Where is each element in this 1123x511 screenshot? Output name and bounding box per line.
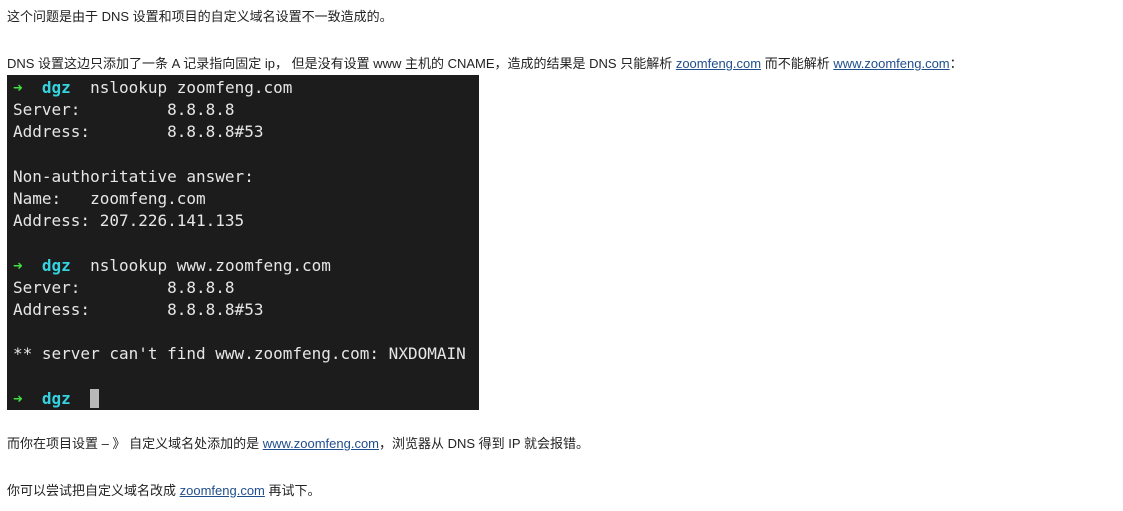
www-zoomfeng-link[interactable]: www.zoomfeng.com	[833, 56, 949, 71]
terminal-line: ➜ dgz nslookup www.zoomfeng.com	[13, 255, 479, 277]
www-zoomfeng-link-2[interactable]: www.zoomfeng.com	[263, 436, 379, 451]
prompt-user: dgz	[41, 78, 71, 97]
prompt-arrow-icon: ➜	[13, 255, 23, 275]
terminal-line: Non-authoritative answer:	[13, 166, 479, 188]
terminal-line: Name: zoomfeng.com	[13, 188, 479, 210]
terminal-line: ➜ dgz	[13, 388, 479, 410]
terminal-line: Address: 8.8.8.8#53	[13, 121, 479, 143]
terminal-output-text: Address: 8.8.8.8#53	[13, 299, 264, 319]
prompt-user: dgz	[41, 255, 71, 275]
paragraph-3-text-b: ，浏览器从 DNS 得到 IP 就会报错。	[379, 436, 589, 451]
terminal-line: ➜ dgz nslookup zoomfeng.com	[13, 77, 479, 99]
terminal-cursor	[90, 388, 100, 408]
paragraph-1: 这个问题是由于 DNS 设置和项目的自定义域名设置不一致造成的。	[7, 8, 393, 26]
prompt-arrow-icon: ➜	[13, 388, 23, 408]
terminal-line: Address: 207.226.141.135	[13, 210, 479, 232]
terminal-line: Address: 8.8.8.8#53	[13, 299, 479, 321]
paragraph-2-text-b: 而不能解析	[761, 56, 834, 71]
terminal-command: nslookup www.zoomfeng.com	[90, 255, 331, 275]
paragraph-2-text-c: ：	[949, 56, 963, 71]
zoomfeng-link-2[interactable]: zoomfeng.com	[180, 483, 265, 498]
terminal-output-text: Address: 8.8.8.8#53	[13, 122, 264, 142]
paragraph-3: 而你在项目设置 – 》 自定义域名处添加的是 www.zoomfeng.com，…	[7, 435, 589, 453]
paragraph-4: 你可以尝试把自定义域名改成 zoomfeng.com 再试下。	[7, 482, 321, 500]
terminal-output-text: ** server can't find www.zoomfeng.com: N…	[13, 344, 466, 364]
paragraph-2-text-a: DNS 设置这边只添加了一条 A 记录指向固定 ip， 但是没有设置 www 主…	[7, 56, 676, 71]
paragraph-4-text-b: 再试下。	[264, 483, 321, 498]
terminal-output-text: Server: 8.8.8.8	[13, 100, 235, 120]
prompt-arrow-icon: ➜	[13, 78, 23, 97]
terminal-output-text: Address: 207.226.141.135	[13, 211, 245, 231]
terminal-output-text: Server: 8.8.8.8	[13, 277, 235, 297]
terminal-output: ➜ dgz nslookup zoomfeng.com Server: 8.8.8…	[7, 75, 479, 410]
zoomfeng-link[interactable]: zoomfeng.com	[676, 56, 761, 71]
paragraph-3-text-a: 而你在项目设置 – 》 自定义域名处添加的是	[7, 436, 263, 451]
prompt-user: dgz	[41, 388, 71, 408]
paragraph-2: DNS 设置这边只添加了一条 A 记录指向固定 ip， 但是没有设置 www 主…	[7, 55, 963, 73]
terminal-output-text: Non-authoritative answer:	[13, 166, 254, 186]
terminal-output-text: Name: zoomfeng.com	[13, 188, 206, 208]
paragraph-4-text-a: 你可以尝试把自定义域名改成	[7, 483, 180, 498]
terminal-line: Server: 8.8.8.8	[13, 277, 479, 299]
terminal-screenshot: ➜ dgz nslookup zoomfeng.com Server: 8.8.8…	[7, 75, 479, 410]
terminal-line: ** server can't find www.zoomfeng.com: N…	[13, 343, 479, 365]
terminal-line: Server: 8.8.8.8	[13, 99, 479, 121]
terminal-command: nslookup zoomfeng.com	[90, 78, 293, 97]
paragraph-1-text: 这个问题是由于 DNS 设置和项目的自定义域名设置不一致造成的。	[7, 9, 393, 24]
